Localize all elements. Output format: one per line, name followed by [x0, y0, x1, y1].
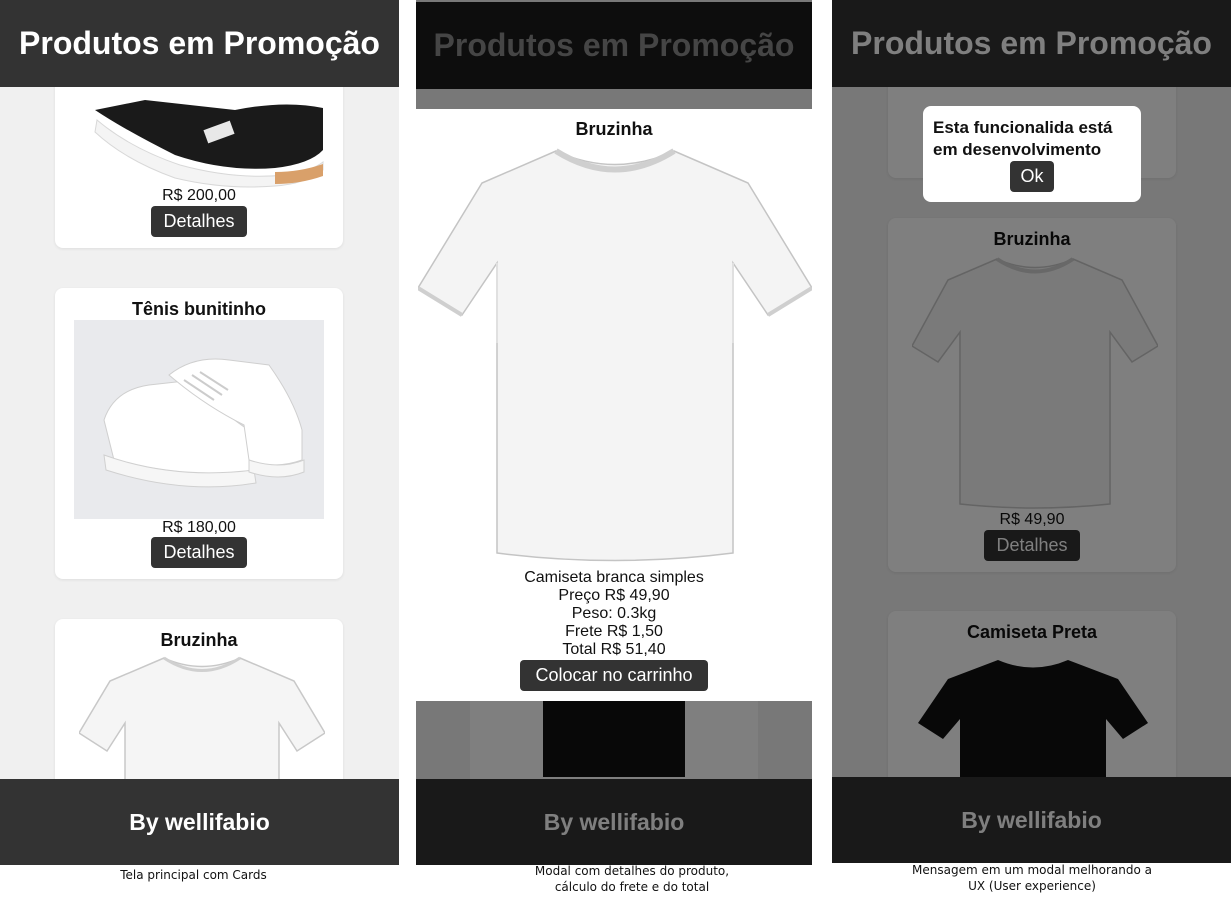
tshirt-white-image: [79, 656, 325, 793]
footer-credit: By wellifabio: [129, 808, 270, 835]
screen-alert-modal: Produtos em Promoção Bruzinha R$ 49,90 D…: [832, 0, 1231, 863]
page-title: Produtos em Promoção: [851, 25, 1212, 61]
alert-message-line: em desenvolvimento: [933, 140, 1102, 159]
product-details-modal: Bruzinha Camiseta branca simples Preço R…: [416, 109, 812, 701]
alert-message: Esta funcionalida está em desenvolviment…: [933, 117, 1113, 161]
caption-line: Modal com detalhes do produto,: [534, 864, 730, 878]
sneaker-black-image: [94, 100, 324, 188]
page-title: Produtos em Promoção: [19, 25, 380, 61]
details-button[interactable]: Detalhes: [151, 537, 247, 568]
sneaker-white-image: [74, 320, 324, 519]
ok-button[interactable]: Ok: [1010, 161, 1054, 192]
product-title: Camiseta Preta: [966, 622, 1098, 642]
product-title: Tênis bunitinho: [132, 299, 266, 319]
product-weight: Peso: 0.3kg: [571, 605, 657, 622]
page-footer: By wellifabio: [416, 779, 812, 865]
alert-message-line: Esta funcionalida está: [933, 118, 1113, 137]
product-card: Tênis bunitinho R$ 180,00 Detalhes: [55, 288, 343, 579]
page-header: Produtos em Promoção: [416, 2, 812, 89]
total-price: Total R$ 51,40: [562, 641, 666, 658]
screen-main-cards: Produtos em Promoção R$ 200,00 Detalhes …: [0, 0, 399, 865]
product-title: Bruzinha: [160, 630, 238, 650]
caption-line: cálculo do frete e do total: [554, 880, 710, 894]
add-to-cart-button[interactable]: Colocar no carrinho: [520, 660, 708, 691]
product-price: R$ 180,00: [162, 519, 236, 536]
caption-screen1: Tela principal com Cards: [120, 868, 267, 882]
product-price: R$ 49,90: [999, 511, 1065, 528]
product-title: Bruzinha: [993, 229, 1071, 249]
product-description: Camiseta branca simples: [524, 569, 704, 586]
details-button[interactable]: Detalhes: [151, 206, 247, 237]
page-footer: By wellifabio: [832, 777, 1231, 863]
caption-line: UX (User experience): [968, 879, 1096, 893]
modal-title: Bruzinha: [575, 119, 653, 139]
shipping-cost: Frete R$ 1,50: [565, 623, 663, 640]
alert-modal: Esta funcionalida está em desenvolviment…: [923, 106, 1141, 202]
screen-product-modal: Produtos em Promoção By wellifabio Bruzi…: [416, 0, 812, 865]
caption-screen2: Modal com detalhes do produto, cálculo d…: [432, 863, 832, 895]
page-header: Produtos em Promoção: [0, 0, 399, 87]
footer-credit: By wellifabio: [543, 808, 685, 835]
product-price: Preço R$ 49,90: [558, 587, 670, 604]
details-button[interactable]: Detalhes: [984, 530, 1080, 561]
page-header: Produtos em Promoção: [832, 0, 1231, 87]
product-price: R$ 200,00: [162, 187, 236, 204]
tshirt-black-image: [918, 660, 1148, 787]
caption-line: Mensagem em um modal melhorando a: [912, 863, 1152, 877]
footer-credit: By wellifabio: [961, 806, 1102, 833]
page-footer: By wellifabio: [0, 779, 399, 865]
tshirt-white-image: [912, 257, 1158, 509]
product-card: Bruzinha R$ 49,90 Detalhes: [888, 218, 1176, 572]
caption-screen3: Mensagem em um modal melhorando a UX (Us…: [832, 862, 1232, 894]
product-card: R$ 200,00 Detalhes: [55, 60, 343, 248]
tshirt-black-image: [543, 700, 685, 777]
tshirt-white-image: [418, 148, 812, 562]
page-title: Produtos em Promoção: [433, 27, 795, 63]
